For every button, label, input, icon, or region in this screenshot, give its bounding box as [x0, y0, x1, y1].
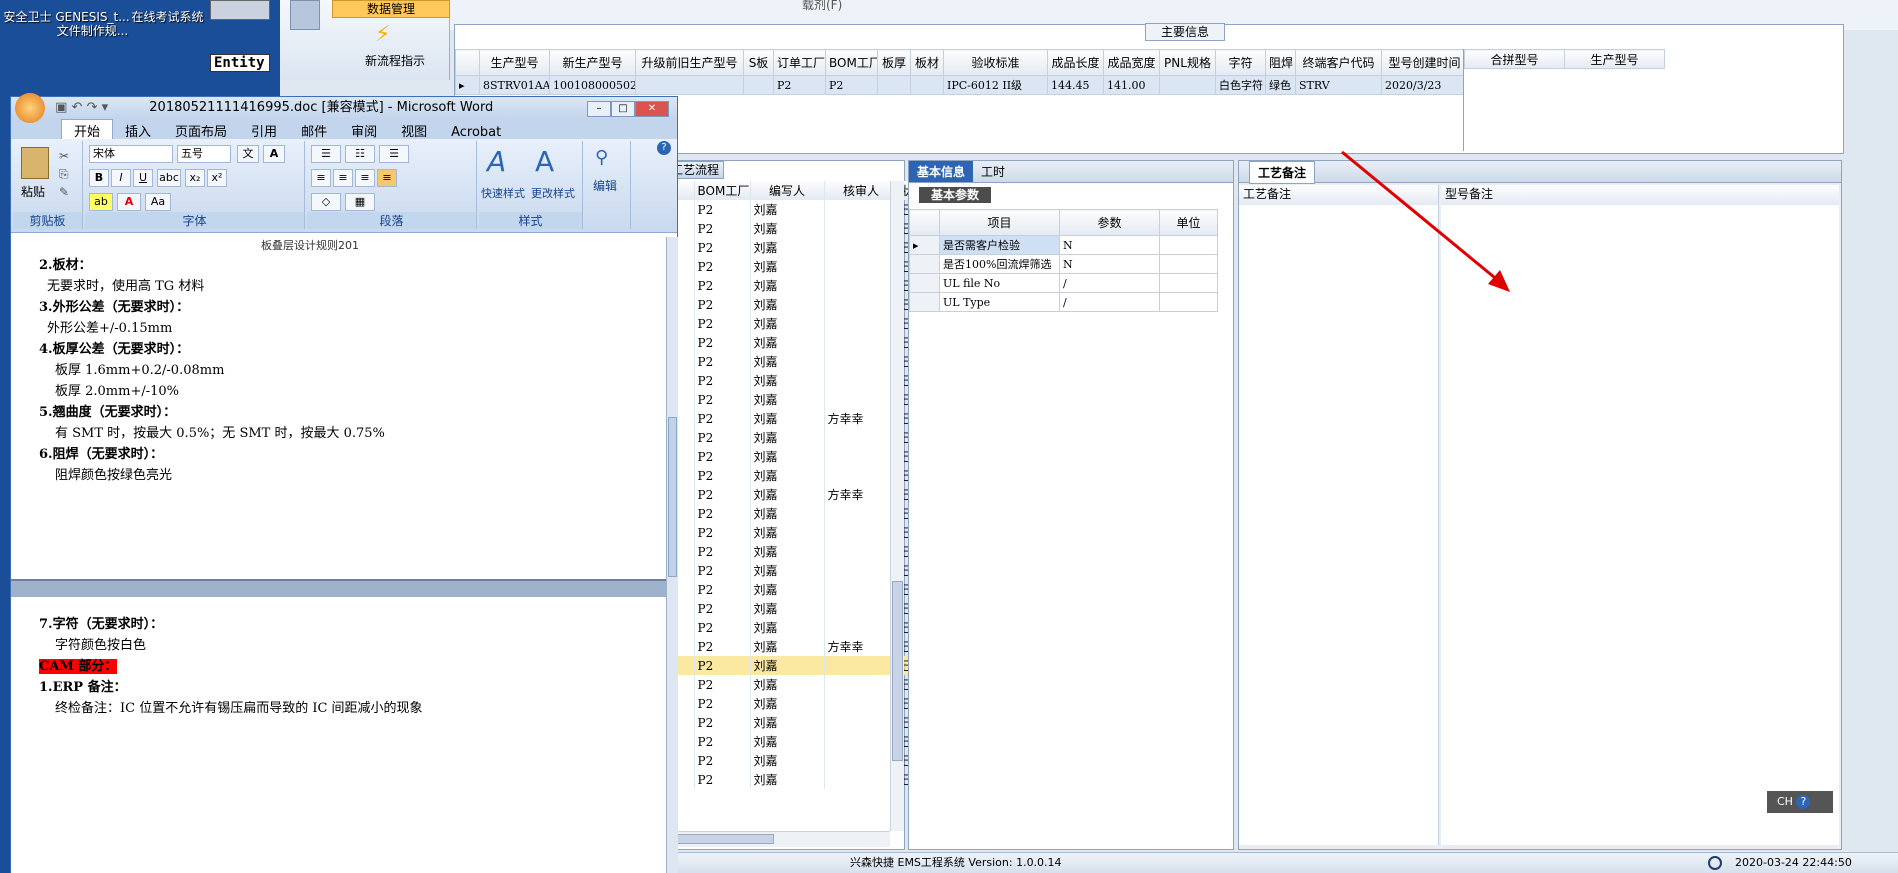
page-2-body[interactable]: 7.字符（无要求时）： 字符颜色按白色 CAM 部分： 1.ERP 备注： 终检备注：I… — [39, 614, 659, 719]
minimize-button[interactable]: – — [587, 101, 611, 117]
tab-insert[interactable]: 插入 — [113, 120, 163, 141]
cut-copy-icons[interactable]: ✂ ⎘ ✎ — [59, 147, 69, 201]
doc-paragraph[interactable]: 板厚 1.6mm+0.2/-0.08mm — [39, 360, 639, 381]
doc-line: 板厚 1.6mm+0.2/-0.08mm — [55, 363, 225, 378]
doc-paragraph[interactable]: 外形公差+/-0.15mm — [39, 318, 639, 339]
find-icon[interactable]: ⚲ — [595, 147, 608, 168]
doc-line: 5.翘曲度（无要求时）： — [39, 405, 177, 420]
shading-icon[interactable]: ◇ — [311, 193, 341, 211]
arrow-to-remarks — [1341, 150, 1501, 284]
paragraph-group: ☰ ☷ ☰ ≡ ≡ ≡ ≡ ◇ ▦ 段落 — [307, 141, 477, 229]
justify-icon[interactable]: ≡ — [377, 169, 397, 187]
doc-paragraph[interactable]: 板厚 2.0mm+/-10% — [39, 381, 639, 402]
doc-paragraph[interactable]: 1.ERP 备注： — [39, 677, 659, 698]
page-1-body[interactable]: 2.板材： 无要求时，使用高 TG 材料 3.外形公差（无要求时）： 外形公差+/-0… — [39, 255, 639, 486]
doc-line: 终检备注：IC 位置不允许有锡压扁而导致的 IC 间距减小的现象 — [55, 701, 423, 716]
change-styles-label[interactable]: 更改样式 — [531, 185, 575, 201]
doc-paragraph[interactable]: 2.板材： — [39, 255, 639, 276]
doc-paragraph[interactable]: 7.字符（无要求时）： — [39, 614, 659, 635]
doc-paragraph[interactable]: 无要求时，使用高 TG 材料 — [39, 276, 639, 297]
doc-paragraph[interactable]: 5.翘曲度（无要求时）： — [39, 402, 639, 423]
doc-line: 无要求时，使用高 TG 材料 — [47, 279, 205, 294]
doc-line: 6.阻焊（无要求时）： — [39, 447, 164, 462]
doc-paragraph[interactable]: 终检备注：IC 位置不允许有锡压扁而导致的 IC 间距减小的现象 — [39, 698, 659, 719]
italic-button[interactable]: I — [111, 169, 131, 187]
font-group-label: 字体 — [85, 212, 304, 229]
doc-line: 4.板厚公差（无要求时）： — [39, 342, 190, 357]
ribbon: 粘贴 ✂ ⎘ ✎ 剪贴板 宋体 五号 文 A B I U abc x₂ x² ab … — [11, 139, 677, 233]
change-case-icon[interactable]: Aa — [145, 193, 171, 211]
word-help-icon[interactable]: ? — [657, 141, 671, 155]
tab-view[interactable]: 视图 — [389, 120, 439, 141]
styles-group: A A 快速样式 更改样式 样式 — [479, 141, 583, 229]
align-right-icon[interactable]: ≡ — [355, 169, 375, 187]
borders-icon[interactable]: ▦ — [345, 193, 375, 211]
doc-line: 字符颜色按白色 — [55, 638, 147, 653]
doc-line: 外形公差+/-0.15mm — [47, 321, 173, 336]
window-controls: – □ ✕ — [587, 97, 669, 119]
align-center-icon[interactable]: ≡ — [333, 169, 353, 187]
ribbon-tabs: 开始 插入 页面布局 引用 邮件 审阅 视图 Acrobat — [11, 119, 677, 141]
word-scrollbar-thumb[interactable] — [668, 417, 677, 577]
maximize-button[interactable]: □ — [611, 101, 635, 117]
phonetic-icon[interactable]: 文 — [237, 145, 259, 163]
char-border-icon[interactable]: A — [263, 145, 285, 163]
doc-line: 阻焊颜色按绿色亮光 — [55, 468, 173, 483]
font-group: 宋体 五号 文 A B I U abc x₂ x² ab A Aa 字体 — [85, 141, 305, 229]
bold-button[interactable]: B — [89, 169, 109, 187]
doc-paragraph[interactable]: 有 SMT 时，按最大 0.5%；无 SMT 时，按最大 0.75% — [39, 423, 639, 444]
doc-line: 3.外形公差（无要求时）： — [39, 300, 190, 315]
numbering-icon[interactable]: ☷ — [345, 145, 375, 163]
strike-button[interactable]: abc — [157, 169, 181, 187]
styles-group-label: 样式 — [479, 212, 582, 229]
paste-icon[interactable] — [21, 147, 49, 179]
doc-line: 7.字符（无要求时）： — [39, 617, 164, 632]
doc-paragraph[interactable]: CAM 部分： — [39, 656, 659, 677]
document-area: 板叠层设计规则201 2.板材： 无要求时，使用高 TG 材料 3.外形公差（无要求… — [11, 237, 666, 873]
editing-group: ⚲ 编辑 — [585, 141, 631, 229]
multilevel-icon[interactable]: ☰ — [379, 145, 409, 163]
quick-access-toolbar[interactable]: ▣ ↶ ↷ ▾ — [55, 97, 135, 119]
bullets-icon[interactable]: ☰ — [311, 145, 341, 163]
align-left-icon[interactable]: ≡ — [311, 169, 331, 187]
doc-line: 1.ERP 备注： — [39, 680, 127, 695]
subscript-button[interactable]: x₂ — [185, 169, 205, 187]
page-break — [11, 579, 666, 597]
paragraph-group-label: 段落 — [307, 212, 476, 229]
superscript-button[interactable]: x² — [207, 169, 227, 187]
tab-mailings[interactable]: 邮件 — [289, 120, 339, 141]
clipboard-label: 剪贴板 — [13, 212, 82, 229]
font-name-select[interactable]: 宋体 — [89, 145, 173, 163]
doc-line: CAM 部分： — [39, 659, 118, 674]
tab-layout[interactable]: 页面布局 — [163, 120, 239, 141]
word-title: 20180521111416995.doc [兼容模式] - Microsoft… — [149, 100, 494, 115]
doc-paragraph[interactable]: 字符颜色按白色 — [39, 635, 659, 656]
highlight-icon[interactable]: ab — [89, 193, 113, 211]
font-size-select[interactable]: 五号 — [177, 145, 231, 163]
word-window: ▣ ↶ ↷ ▾ 20180521111416995.doc [兼容模式] - M… — [10, 93, 678, 873]
doc-paragraph[interactable]: 阻焊颜色按绿色亮光 — [39, 465, 639, 486]
doc-paragraph[interactable]: 4.板厚公差（无要求时）： — [39, 339, 639, 360]
font-color-icon[interactable]: A — [117, 193, 141, 211]
tab-references[interactable]: 引用 — [239, 120, 289, 141]
quick-styles-icon[interactable]: A — [487, 145, 506, 178]
doc-line: 有 SMT 时，按最大 0.5%；无 SMT 时，按最大 0.75% — [55, 426, 385, 441]
edit-label[interactable]: 编辑 — [593, 177, 617, 194]
word-title-bar: ▣ ↶ ↷ ▾ 20180521111416995.doc [兼容模式] - M… — [11, 93, 677, 123]
doc-line: 板厚 2.0mm+/-10% — [55, 384, 180, 399]
quick-styles-label[interactable]: 快速样式 — [481, 185, 525, 201]
tab-review[interactable]: 审阅 — [339, 120, 389, 141]
doc-paragraph[interactable]: 6.阻焊（无要求时）： — [39, 444, 639, 465]
page-header: 板叠层设计规则201 — [261, 239, 359, 252]
change-styles-icon[interactable]: A — [535, 145, 554, 178]
word-scrollbar[interactable] — [666, 237, 678, 873]
paste-label[interactable]: 粘贴 — [21, 183, 45, 200]
tab-home[interactable]: 开始 — [61, 119, 114, 141]
doc-line: 2.板材： — [39, 258, 92, 273]
clipboard-group: 粘贴 ✂ ⎘ ✎ 剪贴板 — [13, 141, 83, 229]
doc-paragraph[interactable]: 3.外形公差（无要求时）： — [39, 297, 639, 318]
underline-button[interactable]: U — [133, 169, 153, 187]
close-button[interactable]: ✕ — [635, 101, 669, 117]
